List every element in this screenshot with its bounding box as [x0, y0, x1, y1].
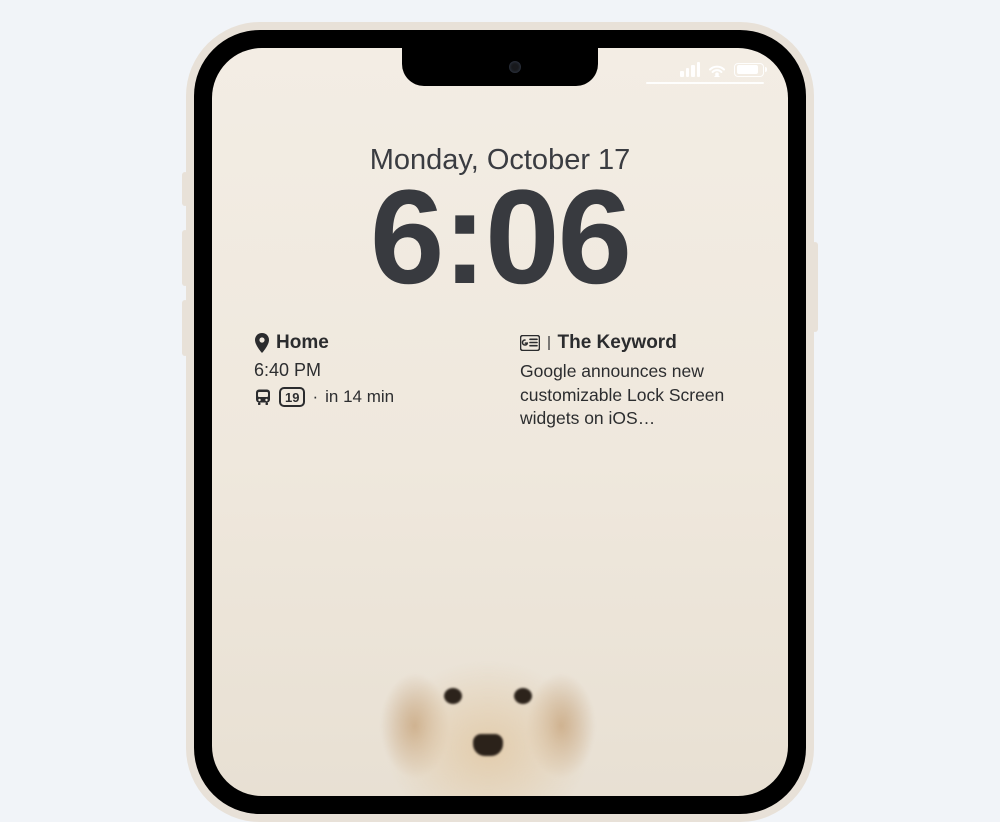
news-widget-source: The Keyword	[558, 332, 677, 354]
map-pin-icon	[254, 333, 270, 353]
lock-screen[interactable]: Monday, October 17 6:06 Home 6:40 PM	[212, 48, 788, 796]
phone-frame: Monday, October 17 6:06 Home 6:40 PM	[186, 22, 814, 822]
phone-bezel: Monday, October 17 6:06 Home 6:40 PM	[194, 30, 806, 814]
maps-widget-departure: in 14 min	[325, 387, 394, 407]
status-underline	[646, 82, 764, 84]
maps-widget-arrival: 6:40 PM	[254, 360, 480, 381]
maps-widget[interactable]: Home 6:40 PM 19 · in 14 min	[254, 332, 480, 431]
wifi-icon	[707, 62, 727, 77]
lockscreen-widgets: Home 6:40 PM 19 · in 14 min	[254, 332, 746, 431]
mute-switch[interactable]	[182, 172, 188, 206]
status-bar	[680, 62, 764, 77]
battery-icon	[734, 63, 764, 77]
cellular-signal-icon	[680, 62, 700, 77]
maps-widget-dot: ·	[312, 387, 318, 407]
volume-up-button[interactable]	[182, 230, 188, 286]
maps-widget-title: Home	[276, 332, 329, 354]
volume-down-button[interactable]	[182, 300, 188, 356]
bus-icon	[254, 388, 272, 406]
power-button[interactable]	[812, 242, 818, 332]
lockscreen-time: 6:06	[212, 168, 788, 309]
wallpaper-dog	[358, 616, 618, 796]
divider	[548, 336, 550, 350]
news-widget[interactable]: The Keyword Google announces new customi…	[520, 332, 746, 431]
news-widget-headline: Google announces new customizable Lock S…	[520, 360, 746, 431]
bus-number-badge: 19	[279, 387, 305, 407]
notch	[402, 48, 598, 86]
google-news-icon	[520, 335, 540, 351]
